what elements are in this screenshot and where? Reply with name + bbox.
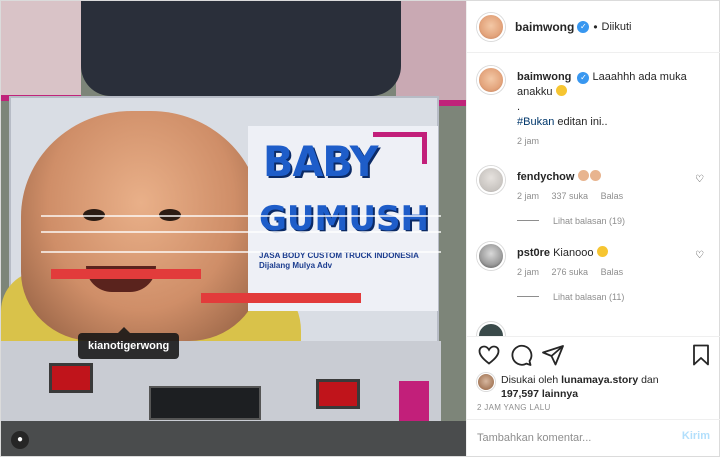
clapping-hands-emoji-icon: [577, 170, 589, 181]
truck-tarp: [81, 1, 401, 96]
verified-badge-icon: ✓: [577, 72, 590, 84]
share-icon[interactable]: [541, 343, 565, 367]
comment-like-heart-icon[interactable]: ♡: [695, 174, 704, 185]
laughing-emoji-icon: [555, 85, 567, 96]
post-photo[interactable]: BABY GUMUSH JASA BODY CUSTOM TRUCK INDON…: [1, 1, 466, 456]
caption-meta: 2 jam: [517, 136, 549, 146]
comment-meta: 2 jam 276 suka Balas: [517, 267, 633, 277]
truck-rail-right: [396, 1, 466, 106]
truck-rail-left: [1, 1, 81, 101]
post-header: baimwong ✓ • Diikuti: [467, 1, 720, 53]
likes-text: Disukai oleh lunamaya.story dan 197,597 …: [501, 373, 711, 401]
clapping-hands-emoji-icon: [589, 170, 601, 181]
action-bar: [467, 336, 720, 374]
liker-username[interactable]: lunamaya.story: [561, 374, 638, 386]
comment-icon[interactable]: [509, 343, 533, 367]
sign-pink-border: [373, 132, 427, 164]
view-replies-button[interactable]: Lihat balasan (11): [517, 292, 624, 302]
avatar[interactable]: [477, 373, 495, 391]
verified-badge-icon: ✓: [577, 20, 590, 33]
likes-prefix: Disukai oleh: [501, 374, 559, 386]
post-timestamp[interactable]: 2 JAM YANG LALU: [477, 403, 551, 412]
sign-subtitle: JASA BODY CUSTOM TRUCK INDONESIA Dijalan…: [259, 251, 419, 270]
avatar[interactable]: [477, 166, 505, 194]
sign-title-baby: BABY: [263, 137, 379, 186]
view-replies-button[interactable]: Lihat balasan (19): [517, 216, 625, 226]
tail-light-left: [49, 363, 93, 393]
caption-time: 2 jam: [517, 136, 540, 146]
comment-meta: 2 jam 337 suka Balas: [517, 191, 633, 201]
strap-line: [41, 251, 441, 253]
avatar[interactable]: [477, 242, 505, 270]
comment-time: 2 jam: [517, 267, 540, 277]
bookmark-icon[interactable]: [689, 343, 713, 367]
comment-username[interactable]: fendychow: [517, 171, 574, 183]
comment-likes[interactable]: 337 suka: [552, 191, 589, 201]
caption-dot: .: [517, 101, 521, 113]
separator-dot: •: [593, 19, 598, 34]
user-tag[interactable]: kianotigerwong: [78, 327, 180, 359]
header-username[interactable]: baimwong: [515, 20, 574, 34]
hashtag-link[interactable]: #Bukan: [517, 116, 554, 128]
avatar[interactable]: [477, 12, 505, 41]
post-side-panel: baimwong ✓ • Diikuti baimwong ✓ Laaahhh …: [466, 1, 720, 456]
send-button[interactable]: Kirim: [682, 430, 710, 442]
likes-count[interactable]: 197,597 lainnya: [501, 388, 578, 400]
heart-icon[interactable]: [477, 343, 501, 367]
comment-text: Kianooo: [553, 247, 594, 259]
strap-line: [41, 231, 441, 233]
caption-username[interactable]: baimwong: [517, 71, 571, 83]
heart-eyes-emoji-icon: [596, 246, 608, 257]
comments-list[interactable]: baimwong ✓ Laaahhh ada muka anakku . #Bu…: [467, 54, 720, 336]
caption-body: baimwong ✓ Laaahhh ada muka anakku . #Bu…: [517, 70, 707, 130]
baby-face: [21, 111, 261, 341]
comment-time: 2 jam: [517, 191, 540, 201]
tail-light-right: [316, 379, 360, 409]
license-plate: [149, 386, 261, 420]
user-tag-icon[interactable]: ●: [11, 431, 29, 449]
comment-likes[interactable]: 276 suka: [552, 267, 589, 277]
strap-line: [41, 215, 441, 217]
comment-composer: Kirim: [467, 419, 720, 456]
reply-button[interactable]: Balas: [601, 191, 624, 201]
caption-text-after: editan ini..: [554, 116, 608, 128]
red-line-bottom: [201, 293, 361, 303]
likes-conj: dan: [641, 374, 659, 386]
post-modal: BABY GUMUSH JASA BODY CUSTOM TRUCK INDON…: [0, 0, 720, 457]
red-line-top: [51, 269, 201, 279]
reply-button[interactable]: Balas: [601, 267, 624, 277]
avatar[interactable]: [477, 322, 505, 336]
comment-like-heart-icon[interactable]: ♡: [695, 250, 704, 261]
comment-body: pst0re Kianooo: [517, 246, 707, 261]
follow-status-button[interactable]: Diikuti: [602, 21, 632, 33]
comment-username[interactable]: pst0re: [517, 247, 550, 259]
ground: [1, 421, 466, 456]
likes-summary: Disukai oleh lunamaya.story dan 197,597 …: [477, 373, 717, 403]
avatar[interactable]: [477, 66, 505, 94]
comment-input[interactable]: [477, 429, 667, 447]
sign-title-gumush: GUMUSH: [259, 199, 429, 239]
comment-body: fendychow: [517, 170, 707, 185]
